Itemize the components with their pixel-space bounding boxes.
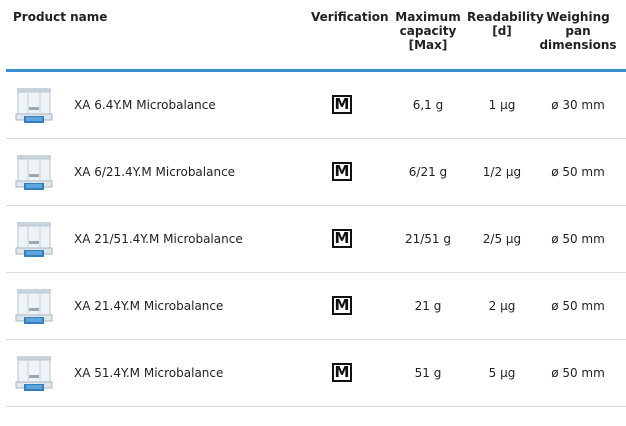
microbalance-icon[interactable] xyxy=(14,353,56,395)
product-table: Product name Verification Maximum capaci… xyxy=(0,0,626,426)
max-capacity: 21/51 g xyxy=(404,232,451,246)
weighing-pan-dimensions: ø 50 mm xyxy=(551,165,605,179)
weighing-pan-dimensions: ø 50 mm xyxy=(551,366,605,380)
verification-m-icon: M xyxy=(332,95,352,114)
readability: 2/5 µg xyxy=(482,232,522,246)
header-readability[interactable]: Readability [d] xyxy=(467,10,544,38)
table-row[interactable]: XA 6.4Y.M Microbalance M 6,1 g 1 µg ø 30… xyxy=(6,72,626,139)
product-name[interactable]: XA 51.4Y.M Microbalance xyxy=(74,366,223,380)
microbalance-icon[interactable] xyxy=(14,286,56,328)
weighing-pan-dimensions: ø 50 mm xyxy=(551,299,605,313)
microbalance-icon[interactable] xyxy=(14,152,56,194)
table-row[interactable]: XA 21/51.4Y.M Microbalance M 21/51 g 2/5… xyxy=(6,206,626,273)
header-weighing-pan-line3: dimensions xyxy=(539,38,617,52)
weighing-pan-dimensions: ø 30 mm xyxy=(551,98,605,112)
header-max-capacity-line3: [Max] xyxy=(408,38,448,52)
readability: 5 µg xyxy=(488,366,516,380)
header-max-capacity[interactable]: Maximum capacity [Max] xyxy=(391,10,465,52)
table-header: Product name Verification Maximum capaci… xyxy=(6,0,626,72)
header-product-name[interactable]: Product name xyxy=(13,10,107,24)
header-readability-line2: [d] xyxy=(492,24,512,38)
product-name[interactable]: XA 21.4Y.M Microbalance xyxy=(74,299,223,313)
table-row[interactable]: XA 51.4Y.M Microbalance M 51 g 5 µg ø 50… xyxy=(6,340,626,407)
verification-m-icon: M xyxy=(332,162,352,181)
header-weighing-pan-line2: pan xyxy=(565,24,591,38)
product-name[interactable]: XA 6/21.4Y.M Microbalance xyxy=(74,165,235,179)
header-weighing-pan[interactable]: Weighing pan dimensions xyxy=(539,10,617,52)
product-name[interactable]: XA 21/51.4Y.M Microbalance xyxy=(74,232,243,246)
max-capacity: 6/21 g xyxy=(408,165,448,179)
verification-m-icon: M xyxy=(332,229,352,248)
readability: 1 µg xyxy=(488,98,516,112)
table-row[interactable]: XA 6/21.4Y.M Microbalance M 6/21 g 1/2 µ… xyxy=(6,139,626,206)
table-row[interactable]: XA 21.4Y.M Microbalance M 21 g 2 µg ø 50… xyxy=(6,273,626,340)
verification-m-icon: M xyxy=(332,296,352,315)
readability: 2 µg xyxy=(488,299,516,313)
header-max-capacity-line1: Maximum xyxy=(395,10,461,24)
max-capacity: 51 g xyxy=(414,366,442,380)
readability: 1/2 µg xyxy=(482,165,522,179)
weighing-pan-dimensions: ø 50 mm xyxy=(551,232,605,246)
header-max-capacity-line2: capacity xyxy=(399,24,457,38)
header-weighing-pan-line1: Weighing xyxy=(546,10,610,24)
header-verification[interactable]: Verification xyxy=(311,10,389,24)
max-capacity: 21 g xyxy=(414,299,442,313)
max-capacity: 6,1 g xyxy=(412,98,444,112)
verification-m-icon: M xyxy=(332,363,352,382)
header-readability-line1: Readability xyxy=(467,10,544,24)
microbalance-icon[interactable] xyxy=(14,85,56,127)
product-name[interactable]: XA 6.4Y.M Microbalance xyxy=(74,98,216,112)
microbalance-icon[interactable] xyxy=(14,219,56,261)
